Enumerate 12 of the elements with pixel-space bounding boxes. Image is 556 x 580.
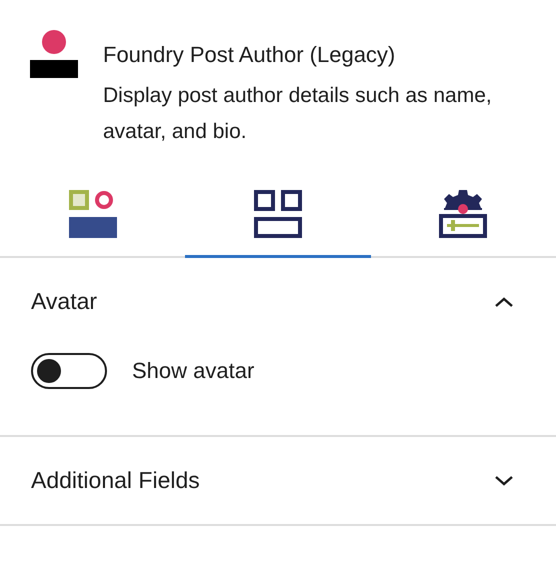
chevron-up-icon [494, 296, 514, 308]
toggle-switch[interactable] [31, 353, 107, 389]
block-title: Foundry Post Author (Legacy) [103, 41, 396, 69]
layout-icon [254, 190, 302, 238]
block-description: Display post author details such as name, avatar, and bio. [103, 83, 493, 145]
chevron-down-icon [494, 474, 514, 486]
gear-icon [439, 190, 488, 238]
block-icon [30, 30, 78, 78]
panel-toggle[interactable]: Additional Fields [0, 437, 556, 524]
panel-toggle[interactable]: Avatar [0, 258, 556, 345]
shapes-icon [68, 190, 117, 238]
toggle-label: Show avatar [132, 358, 254, 384]
